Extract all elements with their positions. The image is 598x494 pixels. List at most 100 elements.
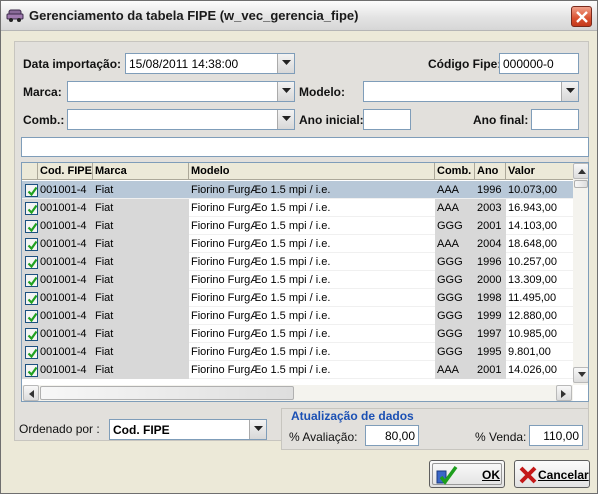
scroll-up-button[interactable] <box>573 163 588 179</box>
cell-valor: 13.309,00 <box>508 274 557 286</box>
fipe-grid[interactable]: Cod. FIPE Marca Modelo Comb. Ano Valor 0… <box>21 162 589 402</box>
scroll-left-icon <box>29 390 34 398</box>
header-comb[interactable]: Comb. <box>435 163 475 180</box>
table-row[interactable]: 001001-4 Fiat Fiorino FurgÆo 1.5 mpi / i.e… <box>22 199 573 217</box>
scroll-down-icon <box>578 372 586 377</box>
grid-header: Cod. FIPE Marca Modelo Comb. Ano Valor <box>22 163 573 180</box>
close-button[interactable] <box>571 6 592 27</box>
modelo-dropdown[interactable] <box>561 82 578 101</box>
ordenado-label: Ordenado por : <box>19 422 100 436</box>
row-checkbox[interactable] <box>25 310 38 323</box>
cell-comb: AAA <box>435 235 475 253</box>
row-checkbox-cell <box>22 217 38 235</box>
row-checkbox-cell <box>22 181 38 199</box>
row-checkbox[interactable] <box>25 184 38 197</box>
codigo-fipe-label: Código Fipe: <box>428 57 502 71</box>
ano-final-label: Ano final: <box>473 113 529 127</box>
row-checkbox-cell <box>22 235 38 253</box>
checkbox-checked-icon <box>27 204 38 215</box>
table-row[interactable]: 001001-4 Fiat Fiorino FurgÆo 1.5 mpi / i.e… <box>22 217 573 235</box>
table-row[interactable]: 001001-4 Fiat Fiorino FurgÆo 1.5 mpi / i.e… <box>22 289 573 307</box>
cell-marca: Fiat <box>93 307 189 325</box>
scroll-down-button[interactable] <box>573 367 588 383</box>
horizontal-scroll-thumb[interactable] <box>40 386 294 400</box>
cell-ano: 1999 <box>475 307 506 325</box>
avaliacao-input[interactable]: 80,00 <box>365 425 419 446</box>
table-row[interactable]: 001001-4 Fiat Fiorino FurgÆo 1.5 mpi / i.e… <box>22 307 573 325</box>
table-row[interactable]: 001001-4 Fiat Fiorino FurgÆo 1.5 mpi / i.e… <box>22 271 573 289</box>
row-checkbox[interactable] <box>25 346 38 359</box>
row-checkbox[interactable] <box>25 238 38 251</box>
scroll-left-button[interactable] <box>23 385 39 401</box>
ano-final-input[interactable] <box>531 109 579 130</box>
cell-valor: 18.648,00 <box>508 238 557 250</box>
modelo-combo[interactable] <box>363 81 579 102</box>
row-checkbox[interactable] <box>25 256 38 269</box>
cell-cod: 001001-4 <box>38 325 93 343</box>
row-checkbox[interactable] <box>25 364 38 377</box>
scroll-right-button[interactable] <box>556 385 572 401</box>
table-row[interactable]: 001001-4 Fiat Fiorino FurgÆo 1.5 mpi / i.e… <box>22 325 573 343</box>
cell-marca: Fiat <box>93 271 189 289</box>
chevron-down-icon <box>282 88 291 93</box>
cell-comb: AAA <box>435 361 475 379</box>
ordenado-combo[interactable]: Cod. FIPE <box>109 419 267 440</box>
ordenado-dropdown[interactable] <box>249 420 266 439</box>
header-valor[interactable]: Valor <box>506 163 573 180</box>
row-checkbox[interactable] <box>25 202 38 215</box>
row-checkbox[interactable] <box>25 274 38 287</box>
data-importacao-combo[interactable]: 15/08/2011 14:38:00 <box>125 53 295 74</box>
comb-dropdown[interactable] <box>277 110 294 129</box>
check-ok-icon <box>436 465 458 485</box>
table-row[interactable]: 001001-4 Fiat Fiorino FurgÆo 1.5 mpi / i.e… <box>22 343 573 361</box>
cell-comb: GGG <box>435 343 475 361</box>
marca-dropdown[interactable] <box>277 82 294 101</box>
cell-marca: Fiat <box>93 235 189 253</box>
checkbox-checked-icon <box>27 186 38 197</box>
ok-button[interactable]: OK <box>429 460 505 488</box>
chevron-down-icon <box>282 60 291 65</box>
cell-ano: 2001 <box>475 361 506 379</box>
row-checkbox-cell <box>22 343 38 361</box>
header-ano[interactable]: Ano <box>475 163 506 180</box>
checkbox-checked-icon <box>27 222 38 233</box>
table-row[interactable]: 001001-4 Fiat Fiorino FurgÆo 1.5 mpi / i.e… <box>22 235 573 253</box>
cell-cod: 001001-4 <box>38 343 93 361</box>
header-marca[interactable]: Marca <box>93 163 189 180</box>
cell-cod: 001001-4 <box>38 361 93 379</box>
row-checkbox[interactable] <box>25 292 38 305</box>
marca-label: Marca: <box>23 85 62 99</box>
cell-valor: 10.985,00 <box>508 328 557 340</box>
codigo-fipe-input[interactable]: 000000-0 <box>499 53 579 74</box>
row-checkbox[interactable] <box>25 328 38 341</box>
cancel-x-icon <box>519 466 537 484</box>
table-row[interactable]: 001001-4 Fiat Fiorino FurgÆo 1.5 mpi / i.e… <box>22 181 573 199</box>
cell-ano: 1997 <box>475 325 506 343</box>
table-row[interactable]: 001001-4 Fiat Fiorino FurgÆo 1.5 mpi / i.e… <box>22 253 573 271</box>
vertical-scroll-thumb[interactable] <box>574 180 588 188</box>
table-row[interactable]: 001001-4 Fiat Fiorino FurgÆo 1.5 mpi / i.e… <box>22 361 573 379</box>
cell-cod: 001001-4 <box>38 271 93 289</box>
header-cod-fipe[interactable]: Cod. FIPE <box>38 163 93 180</box>
row-checkbox[interactable] <box>25 220 38 233</box>
venda-input[interactable]: 110,00 <box>529 425 583 446</box>
cell-comb: AAA <box>435 199 475 217</box>
comb-combo[interactable] <box>67 109 295 130</box>
cell-modelo: Fiorino FurgÆo 1.5 mpi / i.e. <box>191 328 331 340</box>
data-importacao-value: 15/08/2011 14:38:00 <box>129 57 239 71</box>
horizontal-scrollbar[interactable] <box>22 385 573 401</box>
vertical-scrollbar[interactable] <box>573 163 588 385</box>
cell-valor: 10.073,00 <box>508 184 557 196</box>
cell-marca: Fiat <box>93 343 189 361</box>
cancel-button[interactable]: Cancelar <box>514 460 590 488</box>
checkbox-checked-icon <box>27 240 38 251</box>
data-importacao-dropdown[interactable] <box>277 54 294 73</box>
cell-comb: GGG <box>435 307 475 325</box>
header-modelo[interactable]: Modelo <box>189 163 435 180</box>
marca-combo[interactable] <box>67 81 295 102</box>
row-checkbox-cell <box>22 271 38 289</box>
chevron-down-icon <box>566 88 575 93</box>
title-bar[interactable]: Gerenciamento da tabela FIPE (w_vec_gere… <box>1 1 597 31</box>
cell-modelo: Fiorino FurgÆo 1.5 mpi / i.e. <box>191 256 331 268</box>
ano-inicial-input[interactable] <box>363 109 411 130</box>
